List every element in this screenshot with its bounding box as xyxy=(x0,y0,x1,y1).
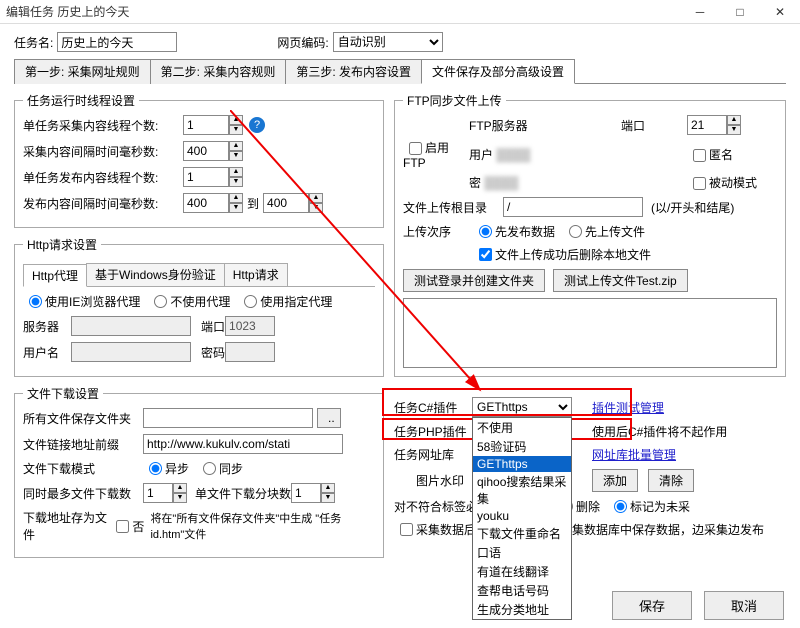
tab-step2[interactable]: 第二步: 采集内容规则 xyxy=(150,59,287,84)
tab-step1[interactable]: 第一步: 采集网址规则 xyxy=(14,59,151,84)
save-url-no[interactable] xyxy=(116,520,129,533)
collect-interval[interactable] xyxy=(183,141,229,161)
save-button[interactable]: 保存 xyxy=(612,591,692,620)
mode-async-radio[interactable] xyxy=(149,462,162,475)
ftp-log[interactable] xyxy=(403,298,777,368)
proxy-user xyxy=(71,342,191,362)
add-watermark[interactable]: 添加 xyxy=(592,469,638,492)
publish-interval-to[interactable] xyxy=(263,193,309,213)
task-name-label: 任务名: xyxy=(14,34,53,51)
proxy-ie-radio[interactable] xyxy=(29,295,42,308)
thread-settings: 任务运行时线程设置 单任务采集内容线程个数: ▲▼ ? 采集内容间隔时间毫秒数:… xyxy=(14,92,384,228)
titlebar: 编辑任务 历史上的今天 ─ □ ✕ xyxy=(0,0,800,24)
minimize-button[interactable]: ─ xyxy=(680,0,720,24)
encoding-select[interactable]: 自动识别 xyxy=(333,32,443,52)
cancel-button[interactable]: 取消 xyxy=(704,591,784,620)
ftp-settings: FTP同步文件上传 FTP服务器端口 ▲▼ 启用FTP 用户 ████ 匿名 密… xyxy=(394,92,786,377)
delete-after-upload[interactable] xyxy=(479,248,492,261)
tab-step4[interactable]: 文件保存及部分高级设置 xyxy=(421,59,575,84)
collect-threads[interactable] xyxy=(183,115,229,135)
max-downloads[interactable] xyxy=(143,483,173,503)
maximize-button[interactable]: □ xyxy=(720,0,760,24)
ftp-passive[interactable] xyxy=(693,177,706,190)
chunk-count[interactable] xyxy=(291,483,321,503)
download-settings: 文件下载设置 所有文件保存文件夹 .. 文件链接地址前缀 文件下载模式 异步 同… xyxy=(14,385,384,558)
ftp-root[interactable] xyxy=(503,197,643,217)
ftp-anon[interactable] xyxy=(693,149,706,162)
direct-publish[interactable] xyxy=(400,523,413,536)
publish-threads[interactable] xyxy=(183,167,229,187)
order-publish-radio[interactable] xyxy=(479,225,492,238)
test-login-button[interactable]: 测试登录并创建文件夹 xyxy=(403,269,545,292)
plugin-test-link[interactable]: 插件测试管理 xyxy=(592,399,664,416)
url-db-link[interactable]: 网址库批量管理 xyxy=(592,446,676,463)
task-name-input[interactable] xyxy=(57,32,177,52)
http-settings: Http请求设置 Http代理 基于Windows身份验证 Http请求 使用I… xyxy=(14,236,384,377)
ftp-port[interactable] xyxy=(687,115,727,135)
tab-step3[interactable]: 第三步: 发布内容设置 xyxy=(285,59,422,84)
main-tabs: 第一步: 采集网址规则 第二步: 采集内容规则 第三步: 发布内容设置 文件保存… xyxy=(14,58,786,84)
proxy-pwd xyxy=(225,342,275,362)
clear-watermark[interactable]: 清除 xyxy=(648,469,694,492)
order-upload-radio[interactable] xyxy=(569,225,582,238)
test-upload-button[interactable]: 测试上传文件Test.zip xyxy=(553,269,688,292)
publish-interval-from[interactable] xyxy=(183,193,229,213)
enable-ftp[interactable] xyxy=(409,142,422,155)
browse-folder[interactable]: .. xyxy=(317,408,341,428)
subtab-httpreq[interactable]: Http请求 xyxy=(224,263,288,286)
encoding-label: 网页编码: xyxy=(277,34,328,51)
subtab-winauth[interactable]: 基于Windows身份验证 xyxy=(86,263,225,286)
close-button[interactable]: ✕ xyxy=(760,0,800,24)
mode-sync-radio[interactable] xyxy=(203,462,216,475)
subtab-proxy[interactable]: Http代理 xyxy=(23,264,87,287)
link-prefix[interactable] xyxy=(143,434,343,454)
help-icon[interactable]: ? xyxy=(249,117,265,133)
proxy-port xyxy=(225,316,275,336)
cs-plugin-dropdown[interactable]: 不使用 58验证码 GEThttps qihoo搜索结果采集 youku 下载文… xyxy=(472,417,572,620)
title-text: 编辑任务 历史上的今天 xyxy=(6,3,680,20)
proxy-custom-radio[interactable] xyxy=(244,295,257,308)
proxy-server xyxy=(71,316,191,336)
proxy-none-radio[interactable] xyxy=(154,295,167,308)
save-folder[interactable] xyxy=(143,408,313,428)
cs-plugin-select[interactable]: GEThttps xyxy=(472,397,572,417)
miss-mark-radio[interactable] xyxy=(614,500,627,513)
